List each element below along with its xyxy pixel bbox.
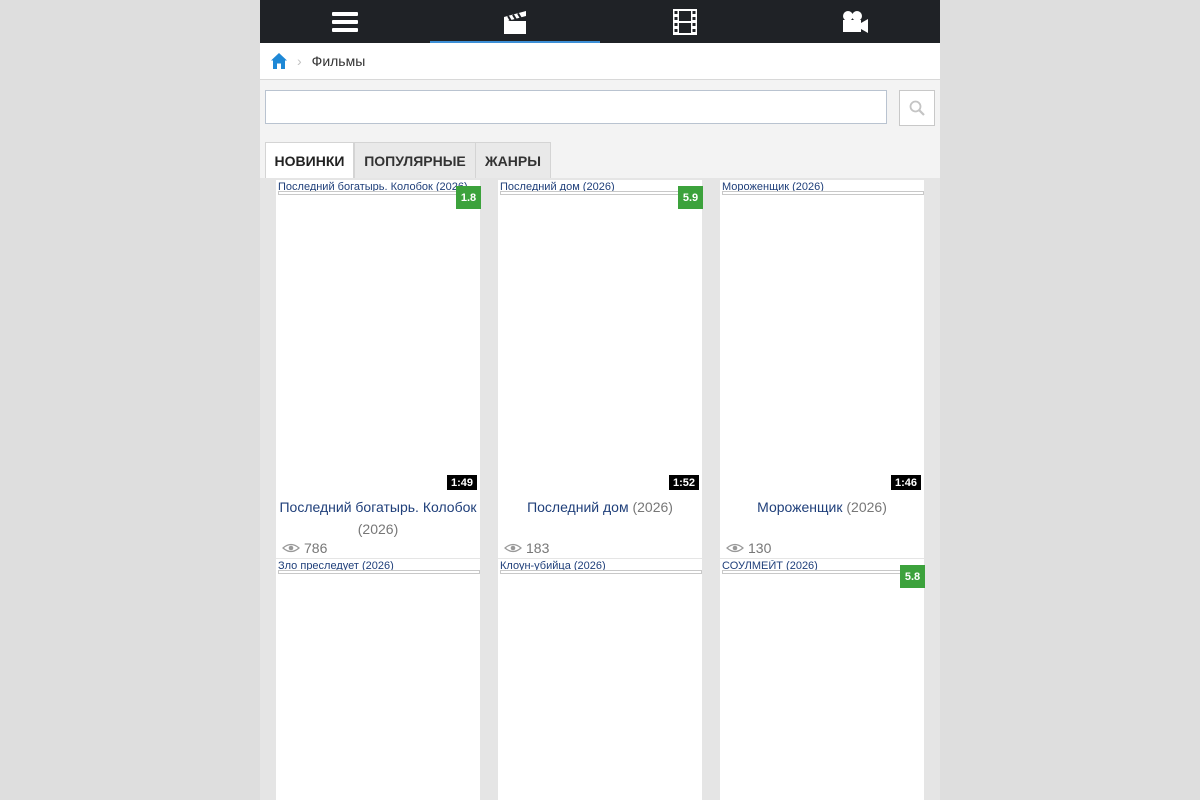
poster-frame [722,191,924,195]
view-count: 786 [282,540,327,556]
search-button[interactable] [899,90,935,126]
movie-camera-icon [843,10,868,33]
movie-card[interactable]: СОУЛМЕЙТ (2026) 5.8 [720,559,925,800]
poster-frame [278,191,480,195]
movie-card[interactable]: Зло преследует (2026) [276,559,480,800]
rating-badge: 5.8 [900,565,925,588]
poster-frame [500,191,702,195]
movie-year: (2026) [632,499,673,515]
movie-year: (2026) [357,521,399,537]
tab-new[interactable]: НОВИНКИ [265,142,354,178]
nav-movies[interactable] [430,0,600,43]
clapperboard-icon [504,10,526,34]
view-count-value: 130 [748,540,772,556]
duration-badge: 1:49 [446,475,477,490]
menu-icon [332,11,358,32]
movie-name: Последний богатырь. Колобок [279,499,477,515]
movie-name: Последний дом [527,499,629,515]
film-strip-icon [673,8,697,35]
poster-frame [500,570,702,574]
view-count: 183 [504,540,549,556]
duration-badge: 1:46 [890,475,921,490]
search-icon [909,100,925,116]
movie-card[interactable]: Клоун-убийца (2026) [498,559,702,800]
home-icon[interactable] [270,52,288,70]
breadcrumb: › Фильмы [260,43,940,80]
movie-card[interactable]: Мороженщик (2026) 1:46 Мороженщик (2026)… [720,180,924,558]
view-count-value: 183 [526,540,550,556]
tab-genres[interactable]: ЖАНРЫ [475,142,551,178]
poster-frame [722,570,924,574]
eye-icon [282,543,300,553]
tab-bar: НОВИНКИ ПОПУЛЯРНЫЕ ЖАНРЫ [260,140,940,178]
search-input[interactable] [265,90,887,124]
rating-badge: 1.8 [456,186,481,209]
eye-icon [726,543,744,553]
poster-frame [278,570,480,574]
chevron-right-icon: › [297,53,302,69]
nav-video[interactable] [770,0,940,43]
top-navigation [260,0,940,43]
nav-films[interactable] [600,0,770,43]
view-count: 130 [726,540,771,556]
duration-badge: 1:52 [668,475,699,490]
tab-popular[interactable]: ПОПУЛЯРНЫЕ [354,142,476,178]
movie-name: Мороженщик [757,499,843,515]
movie-title[interactable]: Последний богатырь. Колобок (2026) [276,496,480,540]
page: › Фильмы НОВИНКИ ПОПУЛЯРНЫЕ ЖАНРЫ Послед… [260,0,940,800]
movie-card[interactable]: Последний дом (2026) 5.9 1:52 Последний … [498,180,703,558]
movie-title[interactable]: Мороженщик (2026) [720,496,924,518]
rating-badge: 5.9 [678,186,703,209]
nav-menu[interactable] [260,0,430,43]
movie-title[interactable]: Последний дом (2026) [498,496,702,518]
breadcrumb-current: Фильмы [311,53,366,69]
eye-icon [504,543,522,553]
view-count-value: 786 [304,540,328,556]
movie-year: (2026) [846,499,887,515]
movie-card[interactable]: Последний богатырь. Колобок (2026) 1.8 1… [276,180,481,558]
search-bar [260,80,940,140]
